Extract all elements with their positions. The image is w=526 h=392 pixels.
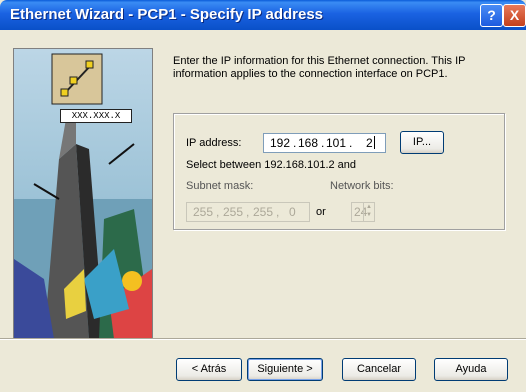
spin-down-icon[interactable]: ▼: [364, 211, 374, 219]
subnet-octet-3: 255: [253, 205, 274, 219]
ip-address-field[interactable]: 192 . 168 . 101 . 2: [263, 133, 386, 153]
close-titlebar-button[interactable]: X: [503, 4, 526, 27]
subnet-mask-field[interactable]: 255 , 255 , 255 , 0: [186, 202, 310, 222]
help-button[interactable]: Ayuda: [434, 358, 508, 381]
wizard-illustration: XXX.XXX.X: [13, 48, 153, 340]
ip-octet-3[interactable]: 101: [326, 136, 346, 150]
ip-placeholder-label: XXX.XXX.X: [60, 109, 132, 123]
ip-octet-4[interactable]: 2: [366, 136, 373, 150]
help-titlebar-button[interactable]: ?: [480, 4, 503, 27]
spin-up-icon[interactable]: ▲: [364, 203, 374, 211]
or-label: or: [316, 206, 326, 218]
ip-octet-1[interactable]: 192: [270, 136, 290, 150]
cancel-button[interactable]: Cancelar: [342, 358, 416, 381]
subnet-octet-1: 255: [193, 205, 214, 219]
network-bits-label: Network bits:: [330, 180, 394, 192]
ip-octet-2[interactable]: 168: [298, 136, 318, 150]
ip-lookup-button[interactable]: IP...: [400, 131, 444, 154]
wizard-window: Ethernet Wizard - PCP1 - Specify IP addr…: [0, 0, 526, 392]
subnet-octet-4: 0: [289, 205, 296, 219]
ip-address-label: IP address:: [186, 137, 242, 149]
button-separator: [0, 338, 526, 340]
network-illustration-image: [14, 49, 152, 339]
intro-text: Enter the IP information for this Ethern…: [173, 55, 466, 80]
back-button[interactable]: < Atrás: [176, 358, 242, 381]
next-button[interactable]: Siguiente >: [247, 358, 323, 381]
network-bits-spinner[interactable]: 24 ▲ ▼: [351, 202, 375, 222]
subnet-octet-2: 255: [223, 205, 244, 219]
title-bar[interactable]: Ethernet Wizard - PCP1 - Specify IP addr…: [0, 0, 526, 30]
ip-range-hint: Select between 192.168.101.2 and: [186, 159, 357, 171]
text-cursor: [374, 136, 375, 149]
window-title: Ethernet Wizard - PCP1 - Specify IP addr…: [10, 6, 324, 23]
subnet-mask-label: Subnet mask:: [186, 180, 254, 192]
